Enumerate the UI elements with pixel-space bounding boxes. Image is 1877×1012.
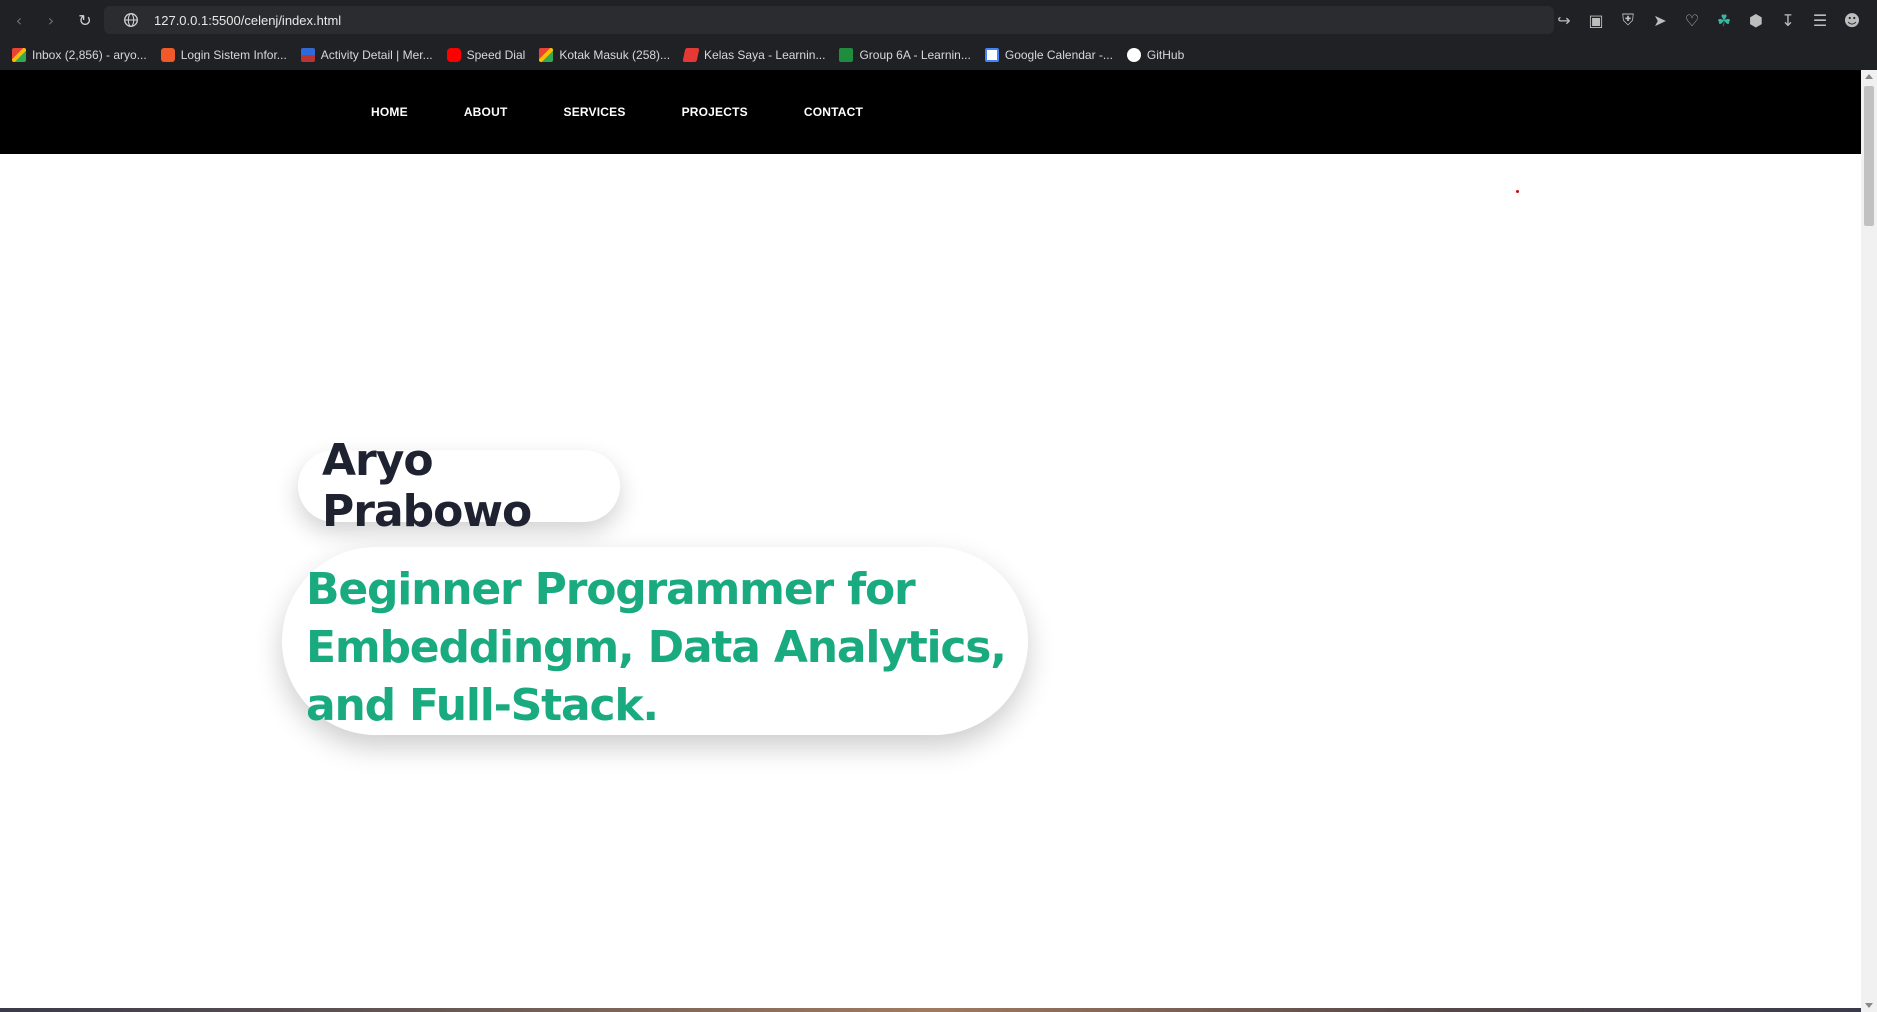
nav-contact[interactable]: CONTACT (804, 105, 863, 119)
bookmark-label: Login Sistem Infor... (180, 48, 287, 62)
bookmark-github[interactable]: GitHub (1126, 48, 1185, 62)
download-icon[interactable]: ↧ (1779, 11, 1797, 30)
shield-icon[interactable]: ⛨ (1619, 10, 1637, 29)
page-viewport: HOME ABOUT SERVICES PROJECTS CONTACT Ary… (0, 70, 1877, 1012)
bookmark-login-sistem[interactable]: Login Sistem Infor... (160, 48, 287, 62)
heart-icon[interactable]: ♡ (1683, 11, 1701, 30)
scroll-up-icon[interactable] (1865, 74, 1873, 79)
scrollbar[interactable] (1861, 70, 1877, 1012)
profile-icon[interactable]: ☻ (1843, 11, 1861, 30)
calendar-icon (984, 48, 999, 62)
camera-icon[interactable]: ▣ (1587, 11, 1605, 30)
send-icon[interactable]: ➤ (1651, 11, 1669, 30)
bookmark-label: GitHub (1146, 48, 1185, 62)
youtube-icon (446, 48, 461, 62)
site-navbar: HOME ABOUT SERVICES PROJECTS CONTACT (0, 70, 1861, 154)
bookmark-label: Google Calendar -... (1004, 48, 1113, 62)
hero-name-pill: Aryo Prabowo (298, 435, 620, 537)
next-section-edge (0, 1008, 1861, 1012)
menu-icon[interactable]: ☰ (1811, 11, 1829, 30)
bookmark-kotak-masuk[interactable]: Kotak Masuk (258)... (539, 48, 670, 62)
globe-icon (124, 13, 138, 27)
scrollbar-thumb[interactable] (1864, 86, 1874, 226)
address-bar[interactable]: 127.0.0.1:5500/celenj/index.html (104, 6, 1554, 34)
bookmark-label: Speed Dial (466, 48, 526, 62)
nav-about[interactable]: ABOUT (464, 105, 508, 119)
kelas-icon (682, 48, 700, 62)
browser-toolbar: ‹ › ↻ 127.0.0.1:5500/celenj/index.html ↪… (0, 0, 1877, 40)
extension-icon[interactable]: ☘ (1715, 11, 1733, 30)
github-icon (1126, 48, 1141, 62)
bookmark-kelas-saya[interactable]: Kelas Saya - Learnin... (682, 48, 826, 62)
back-icon[interactable]: ‹ (6, 7, 32, 33)
nav-home[interactable]: HOME (371, 105, 408, 119)
hero-tagline: Beginner Programmer for Embeddingm, Data… (306, 564, 1007, 731)
hero-tagline-pill: Beginner Programmer for Embeddingm, Data… (282, 547, 1028, 735)
classroom-icon (839, 48, 854, 62)
reload-icon[interactable]: ↻ (72, 7, 98, 33)
hero-name: Aryo Prabowo (322, 435, 532, 537)
bookmark-label: Activity Detail | Mer... (320, 48, 433, 62)
flag-icon (300, 48, 315, 62)
bookmark-group-6a[interactable]: Group 6A - Learnin... (839, 48, 971, 62)
bookmark-speed-dial[interactable]: Speed Dial (446, 48, 526, 62)
forward-icon[interactable]: › (38, 7, 64, 33)
url-text: 127.0.0.1:5500/celenj/index.html (154, 12, 342, 28)
nav-services[interactable]: SERVICES (563, 105, 625, 119)
bookmark-inbox[interactable]: Inbox (2,856) - aryo... (12, 48, 147, 62)
orange-app-icon (160, 48, 175, 62)
bookmark-label: Kelas Saya - Learnin... (704, 48, 826, 62)
share-icon[interactable]: ↪ (1555, 11, 1573, 30)
scroll-down-icon[interactable] (1865, 1003, 1873, 1008)
bookmarks-bar: Inbox (2,856) - aryo... Login Sistem Inf… (0, 40, 1877, 70)
gmail-icon (539, 48, 554, 62)
cube-icon[interactable]: ⬢ (1747, 11, 1765, 30)
gmail-icon (12, 48, 26, 62)
cursor-dot (1516, 190, 1519, 193)
bookmark-label: Inbox (2,856) - aryo... (32, 48, 147, 62)
bookmark-label: Kotak Masuk (258)... (559, 48, 671, 62)
nav-projects[interactable]: PROJECTS (682, 105, 748, 119)
bookmark-activity-detail[interactable]: Activity Detail | Mer... (300, 48, 433, 62)
bookmark-google-calendar[interactable]: Google Calendar -... (984, 48, 1113, 62)
bookmark-label: Group 6A - Learnin... (859, 48, 971, 62)
